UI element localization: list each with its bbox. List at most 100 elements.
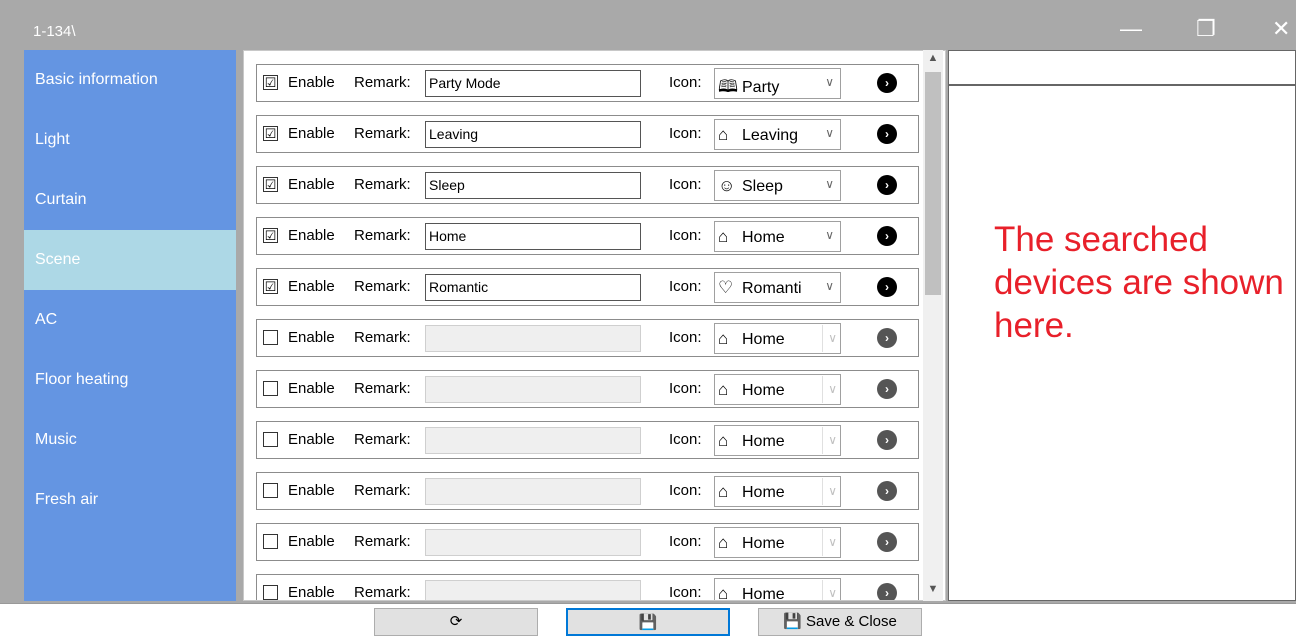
enable-checkbox[interactable] — [263, 483, 278, 498]
icon-select[interactable]: ♡ Romanti ∨ — [714, 272, 841, 303]
icon-select[interactable]: ⌂ Home ∨ — [714, 221, 841, 252]
chevron-down-icon: ∨ — [822, 427, 837, 454]
icon-select-value: Home — [742, 535, 785, 552]
icon-label: Icon: — [669, 74, 702, 91]
refresh-button[interactable]: ⟳ — [374, 608, 538, 636]
enable-checkbox[interactable]: ☑ — [263, 126, 278, 141]
enable-checkbox[interactable]: ☑ — [263, 177, 278, 192]
close-icon[interactable]: ✕ — [1272, 18, 1290, 40]
enable-label: Enable — [288, 380, 335, 397]
enable-checkbox[interactable]: ☑ — [263, 75, 278, 90]
window-title: 1-134\ — [33, 23, 76, 40]
enable-label: Enable — [288, 533, 335, 550]
icon-select[interactable]: ⌂ Home ∨ — [714, 527, 841, 558]
sidebar-item-ac[interactable]: AC — [24, 290, 236, 350]
scene-row: ☑ Enable Remark: Romantic Icon: ♡ Romanti ∨ › — [256, 268, 919, 306]
remark-input[interactable] — [425, 325, 641, 352]
remark-label: Remark: — [354, 329, 411, 346]
go-arrow-icon[interactable]: › — [877, 175, 897, 195]
enable-checkbox[interactable] — [263, 381, 278, 396]
scene-row: Enable Remark: Icon: ⌂ Home ∨ › — [256, 319, 919, 357]
remark-input[interactable] — [425, 427, 641, 454]
go-arrow-icon[interactable]: › — [877, 124, 897, 144]
icon-label: Icon: — [669, 176, 702, 193]
sidebar-item-light[interactable]: Light — [24, 110, 236, 170]
go-arrow-icon[interactable]: › — [877, 481, 897, 501]
sidebar-item-music[interactable]: Music — [24, 410, 236, 470]
remark-input[interactable] — [425, 376, 641, 403]
enable-checkbox[interactable] — [263, 432, 278, 447]
go-arrow-icon[interactable]: › — [877, 430, 897, 450]
sidebar-item-fresh-air[interactable]: Fresh air — [24, 470, 236, 530]
enable-checkbox[interactable] — [263, 330, 278, 345]
scene-icon: ☺ — [718, 176, 736, 195]
enable-label: Enable — [288, 431, 335, 448]
enable-checkbox[interactable] — [263, 534, 278, 549]
icon-select-value: Leaving — [742, 127, 799, 144]
icon-select[interactable]: ⌂ Home ∨ — [714, 425, 841, 456]
enable-label: Enable — [288, 227, 335, 244]
icon-label: Icon: — [669, 329, 702, 346]
enable-label: Enable — [288, 278, 335, 295]
remark-input[interactable]: Leaving — [425, 121, 641, 148]
scene-icon: ⌂ — [718, 482, 729, 501]
sidebar-item-basic-information[interactable]: Basic information — [24, 50, 236, 110]
app-window: 1-134\ — ❐ ✕ Basic information Light Cur… — [0, 0, 1296, 643]
enable-checkbox[interactable]: ☑ — [263, 279, 278, 294]
remark-label: Remark: — [354, 533, 411, 550]
icon-select-value: Home — [742, 484, 785, 501]
remark-input[interactable] — [425, 478, 641, 505]
chevron-down-icon: ∨ — [822, 529, 837, 556]
remark-input[interactable]: Sleep — [425, 172, 641, 199]
minimize-icon[interactable]: — — [1120, 18, 1142, 40]
scene-row: Enable Remark: Icon: ⌂ Home ∨ › — [256, 472, 919, 510]
sidebar-item-floor-heating[interactable]: Floor heating — [24, 350, 236, 410]
save-button[interactable]: 💾 — [566, 608, 730, 636]
remark-label: Remark: — [354, 278, 411, 295]
scene-row: Enable Remark: Icon: ⌂ Home ∨ › — [256, 523, 919, 561]
enable-checkbox[interactable] — [263, 585, 278, 600]
go-arrow-icon[interactable]: › — [877, 379, 897, 399]
remark-input[interactable]: Party Mode — [425, 70, 641, 97]
enable-checkbox[interactable]: ☑ — [263, 228, 278, 243]
chevron-down-icon: ∨ — [822, 580, 837, 600]
icon-select[interactable]: ⌂ Home ∨ — [714, 374, 841, 405]
remark-label: Remark: — [354, 482, 411, 499]
go-arrow-icon[interactable]: › — [877, 328, 897, 348]
icon-select[interactable]: ⌂ Home ∨ — [714, 476, 841, 507]
go-arrow-icon[interactable]: › — [877, 277, 897, 297]
icon-select[interactable]: 🕮 Party ∨ — [714, 68, 841, 99]
icon-select[interactable]: ☺ Sleep ∨ — [714, 170, 841, 201]
icon-select-value: Home — [742, 331, 785, 348]
icon-select[interactable]: ⌂ Home ∨ — [714, 323, 841, 354]
icon-select[interactable]: ⌂ Home ∨ — [714, 578, 841, 601]
go-arrow-icon[interactable]: › — [877, 226, 897, 246]
scrollbar[interactable]: ▲ ▼ — [923, 50, 943, 601]
remark-input[interactable] — [425, 580, 641, 600]
remark-input[interactable]: Home — [425, 223, 641, 250]
scene-row: ☑ Enable Remark: Party Mode Icon: 🕮 Party ∨ › — [256, 64, 919, 102]
icon-select[interactable]: ⌂ Leaving ∨ — [714, 119, 841, 150]
icon-label: Icon: — [669, 278, 702, 295]
bottom-bar: ⟳ 💾 💾 Save & Close — [0, 603, 1296, 643]
save-close-button[interactable]: 💾 Save & Close — [758, 608, 922, 636]
remark-label: Remark: — [354, 380, 411, 397]
remark-input[interactable] — [425, 529, 641, 556]
scene-icon: ⌂ — [718, 431, 729, 450]
scroll-up-icon[interactable]: ▲ — [923, 52, 943, 70]
chevron-down-icon: ∨ — [822, 478, 837, 505]
remark-input[interactable]: Romantic — [425, 274, 641, 301]
scrollbar-thumb[interactable] — [925, 72, 941, 295]
scene-icon: ⌂ — [718, 380, 729, 399]
maximize-icon[interactable]: ❐ — [1196, 18, 1216, 40]
scene-icon: ⌂ — [718, 227, 729, 246]
go-arrow-icon[interactable]: › — [877, 583, 897, 600]
go-arrow-icon[interactable]: › — [877, 73, 897, 93]
scroll-down-icon[interactable]: ▼ — [923, 583, 943, 601]
sidebar-item-curtain[interactable]: Curtain — [24, 170, 236, 230]
scene-icon: ⌂ — [718, 584, 729, 601]
sidebar-item-scene[interactable]: Scene — [24, 230, 236, 290]
chevron-down-icon: ∨ — [822, 325, 837, 352]
go-arrow-icon[interactable]: › — [877, 532, 897, 552]
scene-row: Enable Remark: Icon: ⌂ Home ∨ › — [256, 421, 919, 459]
